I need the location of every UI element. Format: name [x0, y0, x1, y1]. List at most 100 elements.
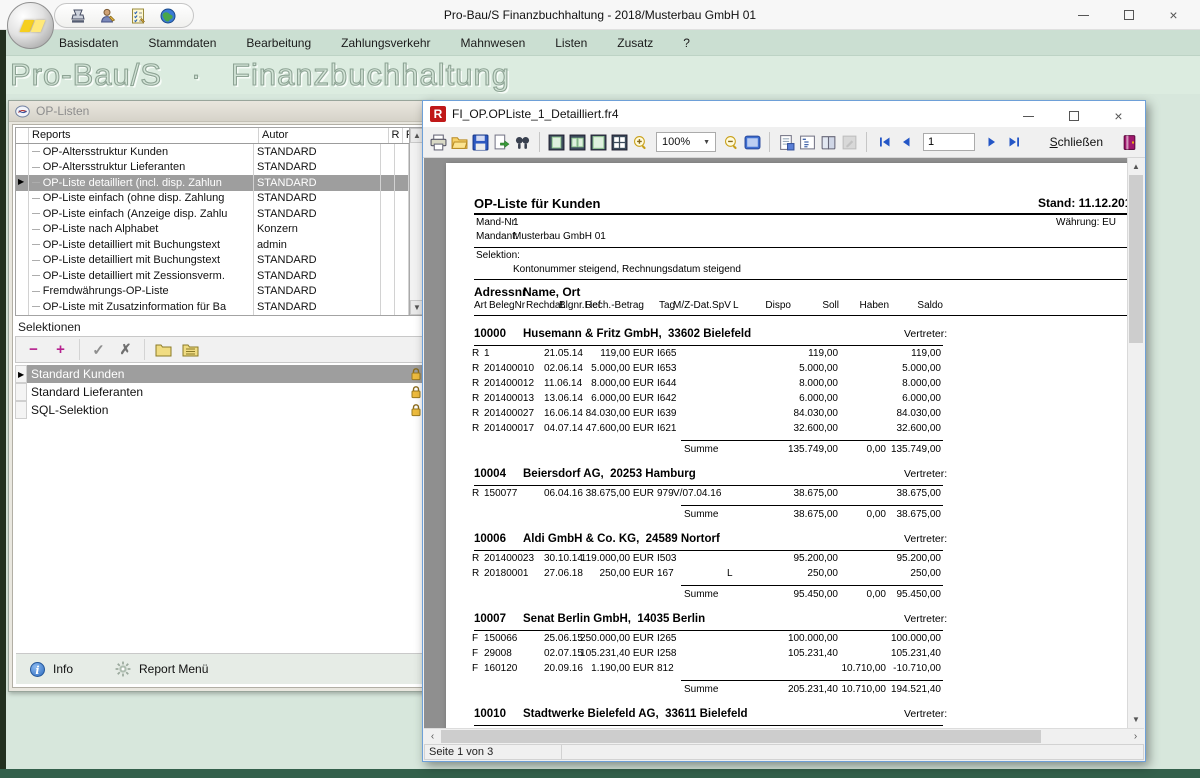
- scroll-down-icon[interactable]: ▼: [1128, 711, 1144, 728]
- nav-next-icon[interactable]: [983, 133, 1001, 151]
- report-list-row[interactable]: ▶ OP-Altersstruktur Lieferanten STANDARD: [16, 160, 409, 176]
- two-pages-icon[interactable]: [569, 134, 586, 151]
- exit-icon[interactable]: [1121, 134, 1138, 151]
- column-header-r[interactable]: R: [389, 128, 403, 143]
- tree-tick-icon: [32, 244, 40, 245]
- page-settings-icon[interactable]: [778, 134, 795, 151]
- report-item-row: R 201400013 13.06.14 6.000,00 EUR I642 6…: [446, 393, 1130, 408]
- multi-page-icon[interactable]: [611, 134, 628, 151]
- add-icon[interactable]: +: [47, 338, 74, 361]
- report-list-row[interactable]: ▶ OP-Liste einfach (Anzeige disp. Zahlu …: [16, 206, 409, 222]
- menu-item[interactable]: Basisdaten: [44, 36, 133, 50]
- cancel-icon[interactable]: ✗: [112, 338, 139, 361]
- op-listen-titlebar[interactable]: OP-Listen: [9, 101, 431, 122]
- folder-list-icon[interactable]: [177, 338, 204, 361]
- close-button[interactable]: ×: [1151, 0, 1196, 30]
- nav-first-icon[interactable]: [875, 133, 893, 151]
- app-logo[interactable]: [7, 2, 54, 49]
- report-window-titlebar[interactable]: R FI_OP.OPListe_1_Detailliert.fr4 ×: [423, 101, 1145, 127]
- scroll-right-icon[interactable]: ›: [1127, 729, 1144, 744]
- report-list-row[interactable]: ▶ OP-Liste detailliert (incl. disp. Zahl…: [16, 175, 409, 191]
- minimize-button[interactable]: [1061, 0, 1106, 30]
- waehrung-label: Währung: EU: [1056, 217, 1116, 228]
- zoom-in-icon[interactable]: [632, 134, 649, 151]
- menu-item[interactable]: Zusatz: [602, 36, 668, 50]
- column-header-autor[interactable]: Autor: [259, 128, 389, 143]
- zoom-select[interactable]: 100% ▼: [656, 132, 716, 152]
- menu-item[interactable]: Mahnwesen: [446, 36, 541, 50]
- report-name: OP-Liste detailliert mit Buchungstext: [43, 239, 220, 251]
- globe-icon[interactable]: [159, 7, 177, 25]
- horizontal-scrollbar[interactable]: ‹ ›: [424, 728, 1144, 744]
- report-list-row[interactable]: ▶ OP-Altersstruktur Kunden STANDARD: [16, 144, 409, 160]
- export-icon[interactable]: [493, 134, 510, 151]
- menu-item[interactable]: Bearbeitung: [231, 36, 326, 50]
- page-number-input[interactable]: [923, 133, 975, 151]
- outline-icon[interactable]: [799, 134, 816, 151]
- item-soll: 100.000,00: [738, 633, 838, 644]
- page-width-icon[interactable]: [590, 134, 607, 151]
- selected-row-marker-icon: ▶: [18, 370, 24, 379]
- selektion-row[interactable]: ▶ Standard Lieferanten: [15, 383, 425, 401]
- quick-access-toolbar: [54, 3, 194, 28]
- nav-prev-icon[interactable]: [897, 133, 915, 151]
- find-icon[interactable]: [514, 134, 531, 151]
- open-icon[interactable]: [451, 134, 468, 151]
- tree-tick-icon: [32, 260, 40, 261]
- item-art: R: [472, 348, 479, 359]
- item-belegnr: 1: [484, 348, 490, 359]
- checklist-icon[interactable]: [129, 7, 147, 25]
- vertical-scrollbar[interactable]: ▲ ▼: [1127, 158, 1144, 728]
- zoom-out-icon[interactable]: [723, 134, 740, 151]
- scroll-up-icon[interactable]: ▲: [1128, 158, 1144, 175]
- scroll-left-icon[interactable]: ‹: [424, 729, 441, 744]
- item-saldo: 84.030,00: [859, 408, 941, 419]
- selektion-row[interactable]: ▶ Standard Kunden: [15, 365, 425, 383]
- nav-last-icon[interactable]: [1005, 133, 1023, 151]
- thumbnails-icon[interactable]: [820, 134, 837, 151]
- whole-page-icon[interactable]: [548, 134, 565, 151]
- tree-tick-icon: [32, 213, 40, 214]
- report-list-row[interactable]: ▶ Fremdwährungs-OP-Liste STANDARD: [16, 284, 409, 300]
- item-art: R: [472, 408, 479, 419]
- report-list-row[interactable]: ▶ OP-Liste einfach (ohne disp. Zahlung S…: [16, 191, 409, 207]
- report-list-row[interactable]: ▶ OP-Liste mit Zusatzinformation für Ba …: [16, 299, 409, 315]
- fullscreen-icon[interactable]: [744, 134, 761, 151]
- horizontal-scroll-thumb[interactable]: [441, 730, 1041, 743]
- folder-icon[interactable]: [150, 338, 177, 361]
- report-menu-button[interactable]: Report Menü: [139, 662, 208, 676]
- report-autor: STANDARD: [254, 268, 381, 284]
- menu-item[interactable]: Stammdaten: [133, 36, 231, 50]
- save-icon[interactable]: [472, 134, 489, 151]
- selektion-row[interactable]: ▶ SQL-Selektion: [15, 401, 425, 419]
- mand-nr-label: Mand-Nr:: [476, 217, 518, 228]
- report-list-row[interactable]: ▶ OP-Liste detailliert mit Buchungstext …: [16, 237, 409, 253]
- print-icon[interactable]: [430, 134, 447, 151]
- mandant-label: Mandant:: [476, 231, 518, 242]
- window-bottom-border: [0, 769, 1200, 778]
- item-saldo: 119,00: [859, 348, 941, 359]
- maximize-button[interactable]: [1051, 101, 1096, 131]
- main-window-title: Pro-Bau/S Finanzbuchhaltung - 2018/Muste…: [300, 8, 900, 22]
- stamp-icon[interactable]: [69, 7, 87, 25]
- close-report-button[interactable]: Schließen: [1050, 135, 1117, 149]
- menubar: BasisdatenStammdatenBearbeitungZahlungsv…: [0, 30, 1200, 56]
- maximize-button[interactable]: [1106, 0, 1151, 30]
- user-edit-icon[interactable]: [99, 7, 117, 25]
- vertical-scroll-thumb[interactable]: [1129, 175, 1143, 343]
- window-left-border: [0, 30, 6, 778]
- close-button[interactable]: ×: [1096, 101, 1141, 131]
- report-list-row[interactable]: ▶ OP-Liste nach Alphabet Konzern: [16, 222, 409, 238]
- apply-icon[interactable]: ✓: [85, 338, 112, 361]
- info-button[interactable]: Info: [53, 662, 73, 676]
- app-heading: Pro-Bau/S · Finanzbuchhaltung: [10, 57, 510, 93]
- menu-item[interactable]: Listen: [540, 36, 602, 50]
- menu-item[interactable]: Zahlungsverkehr: [326, 36, 445, 50]
- column-header-reports[interactable]: Reports: [29, 128, 259, 143]
- remove-icon[interactable]: −: [20, 338, 47, 361]
- report-list-row[interactable]: ▶ OP-Liste detailliert mit Buchungstext …: [16, 253, 409, 269]
- minimize-button[interactable]: [1006, 101, 1051, 131]
- menu-item[interactable]: ?: [668, 36, 705, 50]
- lock-icon: [410, 403, 422, 417]
- report-list-row[interactable]: ▶ OP-Liste detailliert mit Zessionsverm.…: [16, 268, 409, 284]
